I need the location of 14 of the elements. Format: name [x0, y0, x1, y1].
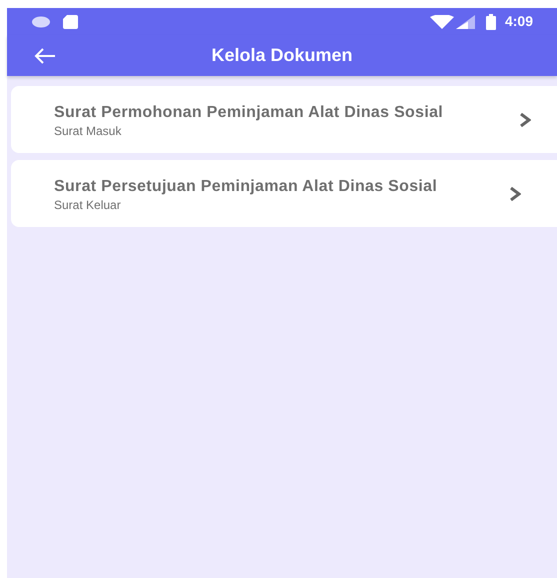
status-time: 4:09: [504, 12, 533, 31]
document-title: Surat Permohonan Peminjaman Alat Dinas Sosial: [54, 103, 444, 123]
document-category: Surat Keluar: [54, 198, 122, 212]
sd-card-icon: [63, 14, 78, 28]
battery-icon: [486, 14, 496, 30]
chevron-right-icon: [519, 112, 531, 126]
screen-title: Kelola Dokumen: [211, 44, 353, 67]
signal-icon: [456, 14, 475, 28]
document-category: Surat Masuk: [54, 124, 122, 138]
status-dot-icon: [31, 16, 51, 28]
document-title: Surat Persetujuan Peminjaman Alat Dinas Sosial: [54, 177, 438, 197]
chevron-right-icon: [509, 186, 521, 200]
document-card[interactable]: Surat Permohonan Peminjaman Alat Dinas Sosial Surat Masuk: [11, 86, 557, 153]
document-card[interactable]: Surat Persetujuan Peminjaman Alat Dinas Sosial Surat Keluar: [11, 160, 557, 227]
